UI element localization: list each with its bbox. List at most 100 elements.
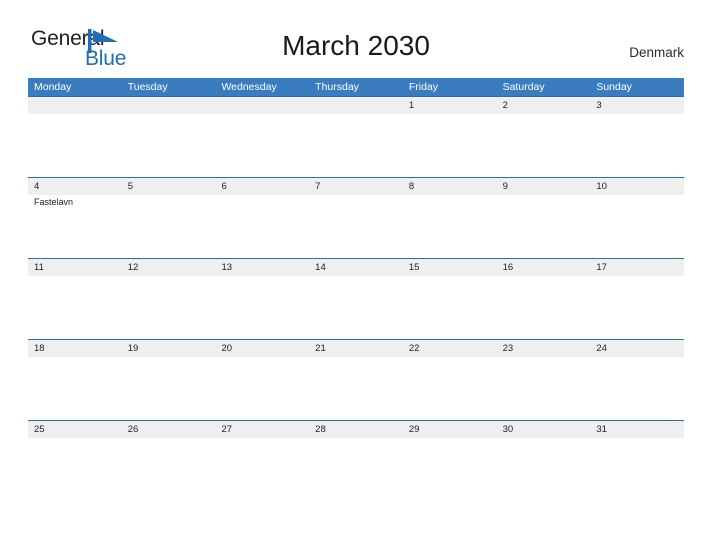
calendar-day-cell[interactable]: 14 [309, 259, 403, 339]
calendar-week-row: 4 Fastelavn 5 6 7 8 9 10 [28, 177, 685, 258]
day-number [215, 97, 310, 114]
calendar-day-cell[interactable]: 7 [309, 178, 403, 258]
calendar-day-cell[interactable] [121, 97, 216, 177]
day-events [496, 114, 591, 177]
calendar-day-cell[interactable]: 8 [402, 178, 497, 258]
day-number: 7 [309, 178, 403, 195]
weekday-wednesday: Wednesday [221, 81, 277, 93]
calendar-day-cell[interactable]: 31 [590, 421, 685, 501]
day-events [590, 357, 685, 420]
day-number: 16 [496, 259, 591, 276]
page-header: General Blue March 2030 Denmark [0, 0, 712, 76]
calendar-day-cell[interactable] [28, 97, 122, 177]
day-number: 9 [496, 178, 591, 195]
weekday-header-row: Monday Tuesday Wednesday Thursday Friday… [28, 78, 684, 96]
calendar-day-cell[interactable]: 5 [121, 178, 216, 258]
calendar-week-row: 1 2 3 [28, 96, 685, 177]
day-number: 31 [590, 421, 685, 438]
calendar-day-cell[interactable]: 9 [496, 178, 591, 258]
calendar-day-cell[interactable]: 1 [402, 97, 497, 177]
day-number: 23 [496, 340, 591, 357]
day-events [402, 438, 497, 501]
day-events [215, 357, 310, 420]
day-events [215, 276, 310, 339]
day-events [309, 114, 403, 177]
country-label: Denmark [629, 45, 684, 60]
day-events [402, 195, 497, 258]
calendar-day-cell[interactable]: 20 [215, 340, 310, 420]
calendar-day-cell[interactable]: 3 [590, 97, 685, 177]
calendar-day-cell[interactable]: 28 [309, 421, 403, 501]
day-number: 17 [590, 259, 685, 276]
calendar-day-cell[interactable]: 10 [590, 178, 685, 258]
weekday-sunday: Sunday [596, 81, 632, 93]
calendar-day-cell[interactable]: 26 [121, 421, 216, 501]
calendar-day-cell[interactable]: 17 [590, 259, 685, 339]
calendar-week-row: 25 26 27 28 29 30 31 [28, 420, 685, 501]
day-events [215, 438, 310, 501]
day-number: 1 [402, 97, 497, 114]
day-events [309, 357, 403, 420]
day-events [496, 276, 591, 339]
calendar-day-cell[interactable]: 16 [496, 259, 591, 339]
day-events [402, 114, 497, 177]
day-events [496, 195, 591, 258]
calendar-day-cell[interactable]: 6 [215, 178, 310, 258]
day-number: 13 [215, 259, 310, 276]
calendar-day-cell[interactable]: 22 [402, 340, 497, 420]
calendar-day-cell[interactable]: 27 [215, 421, 310, 501]
calendar-day-cell[interactable]: 24 [590, 340, 685, 420]
calendar-day-cell[interactable]: 29 [402, 421, 497, 501]
day-number: 29 [402, 421, 497, 438]
weekday-monday: Monday [34, 81, 72, 93]
calendar-day-cell[interactable] [215, 97, 310, 177]
day-number: 27 [215, 421, 310, 438]
day-number [121, 97, 216, 114]
weekday-thursday: Thursday [315, 81, 359, 93]
day-number: 30 [496, 421, 591, 438]
day-events [590, 276, 685, 339]
calendar-table: Monday Tuesday Wednesday Thursday Friday… [28, 78, 685, 501]
calendar-day-cell[interactable]: 30 [496, 421, 591, 501]
day-event-label: Fastelavn [34, 197, 74, 207]
calendar-day-cell[interactable]: 23 [496, 340, 591, 420]
day-events [121, 195, 216, 258]
day-events [590, 195, 685, 258]
day-events: Fastelavn [28, 195, 122, 258]
calendar-day-cell[interactable]: 18 [28, 340, 122, 420]
calendar-day-cell[interactable]: 19 [121, 340, 216, 420]
day-number: 5 [121, 178, 216, 195]
calendar-week-row: 18 19 20 21 22 23 24 [28, 339, 685, 420]
calendar-week-row: 11 12 13 14 15 16 17 [28, 258, 685, 339]
calendar-day-cell[interactable]: 21 [309, 340, 403, 420]
day-number: 18 [28, 340, 122, 357]
day-number: 3 [590, 97, 685, 114]
weekday-tuesday: Tuesday [127, 81, 168, 93]
calendar-day-cell[interactable]: 2 [496, 97, 591, 177]
calendar-day-cell[interactable]: 13 [215, 259, 310, 339]
weekday-friday: Friday [408, 81, 439, 93]
day-events [496, 438, 591, 501]
calendar-day-cell[interactable] [309, 97, 403, 177]
day-events [121, 357, 216, 420]
day-events [402, 276, 497, 339]
day-number: 14 [309, 259, 403, 276]
day-number: 11 [28, 259, 122, 276]
day-events [121, 438, 216, 501]
day-events [121, 276, 216, 339]
calendar-day-cell[interactable]: 25 [28, 421, 122, 501]
calendar-day-cell[interactable]: 4 Fastelavn [28, 178, 122, 258]
day-number: 6 [215, 178, 310, 195]
day-events [496, 357, 591, 420]
calendar-day-cell[interactable]: 12 [121, 259, 216, 339]
day-number: 21 [309, 340, 403, 357]
day-number: 19 [121, 340, 216, 357]
day-events [309, 438, 403, 501]
day-events [215, 114, 310, 177]
day-events [590, 438, 685, 501]
day-number: 4 [28, 178, 122, 195]
calendar-day-cell[interactable]: 11 [28, 259, 122, 339]
weekday-saturday: Saturday [502, 81, 545, 93]
day-events [28, 357, 122, 420]
calendar-day-cell[interactable]: 15 [402, 259, 497, 339]
